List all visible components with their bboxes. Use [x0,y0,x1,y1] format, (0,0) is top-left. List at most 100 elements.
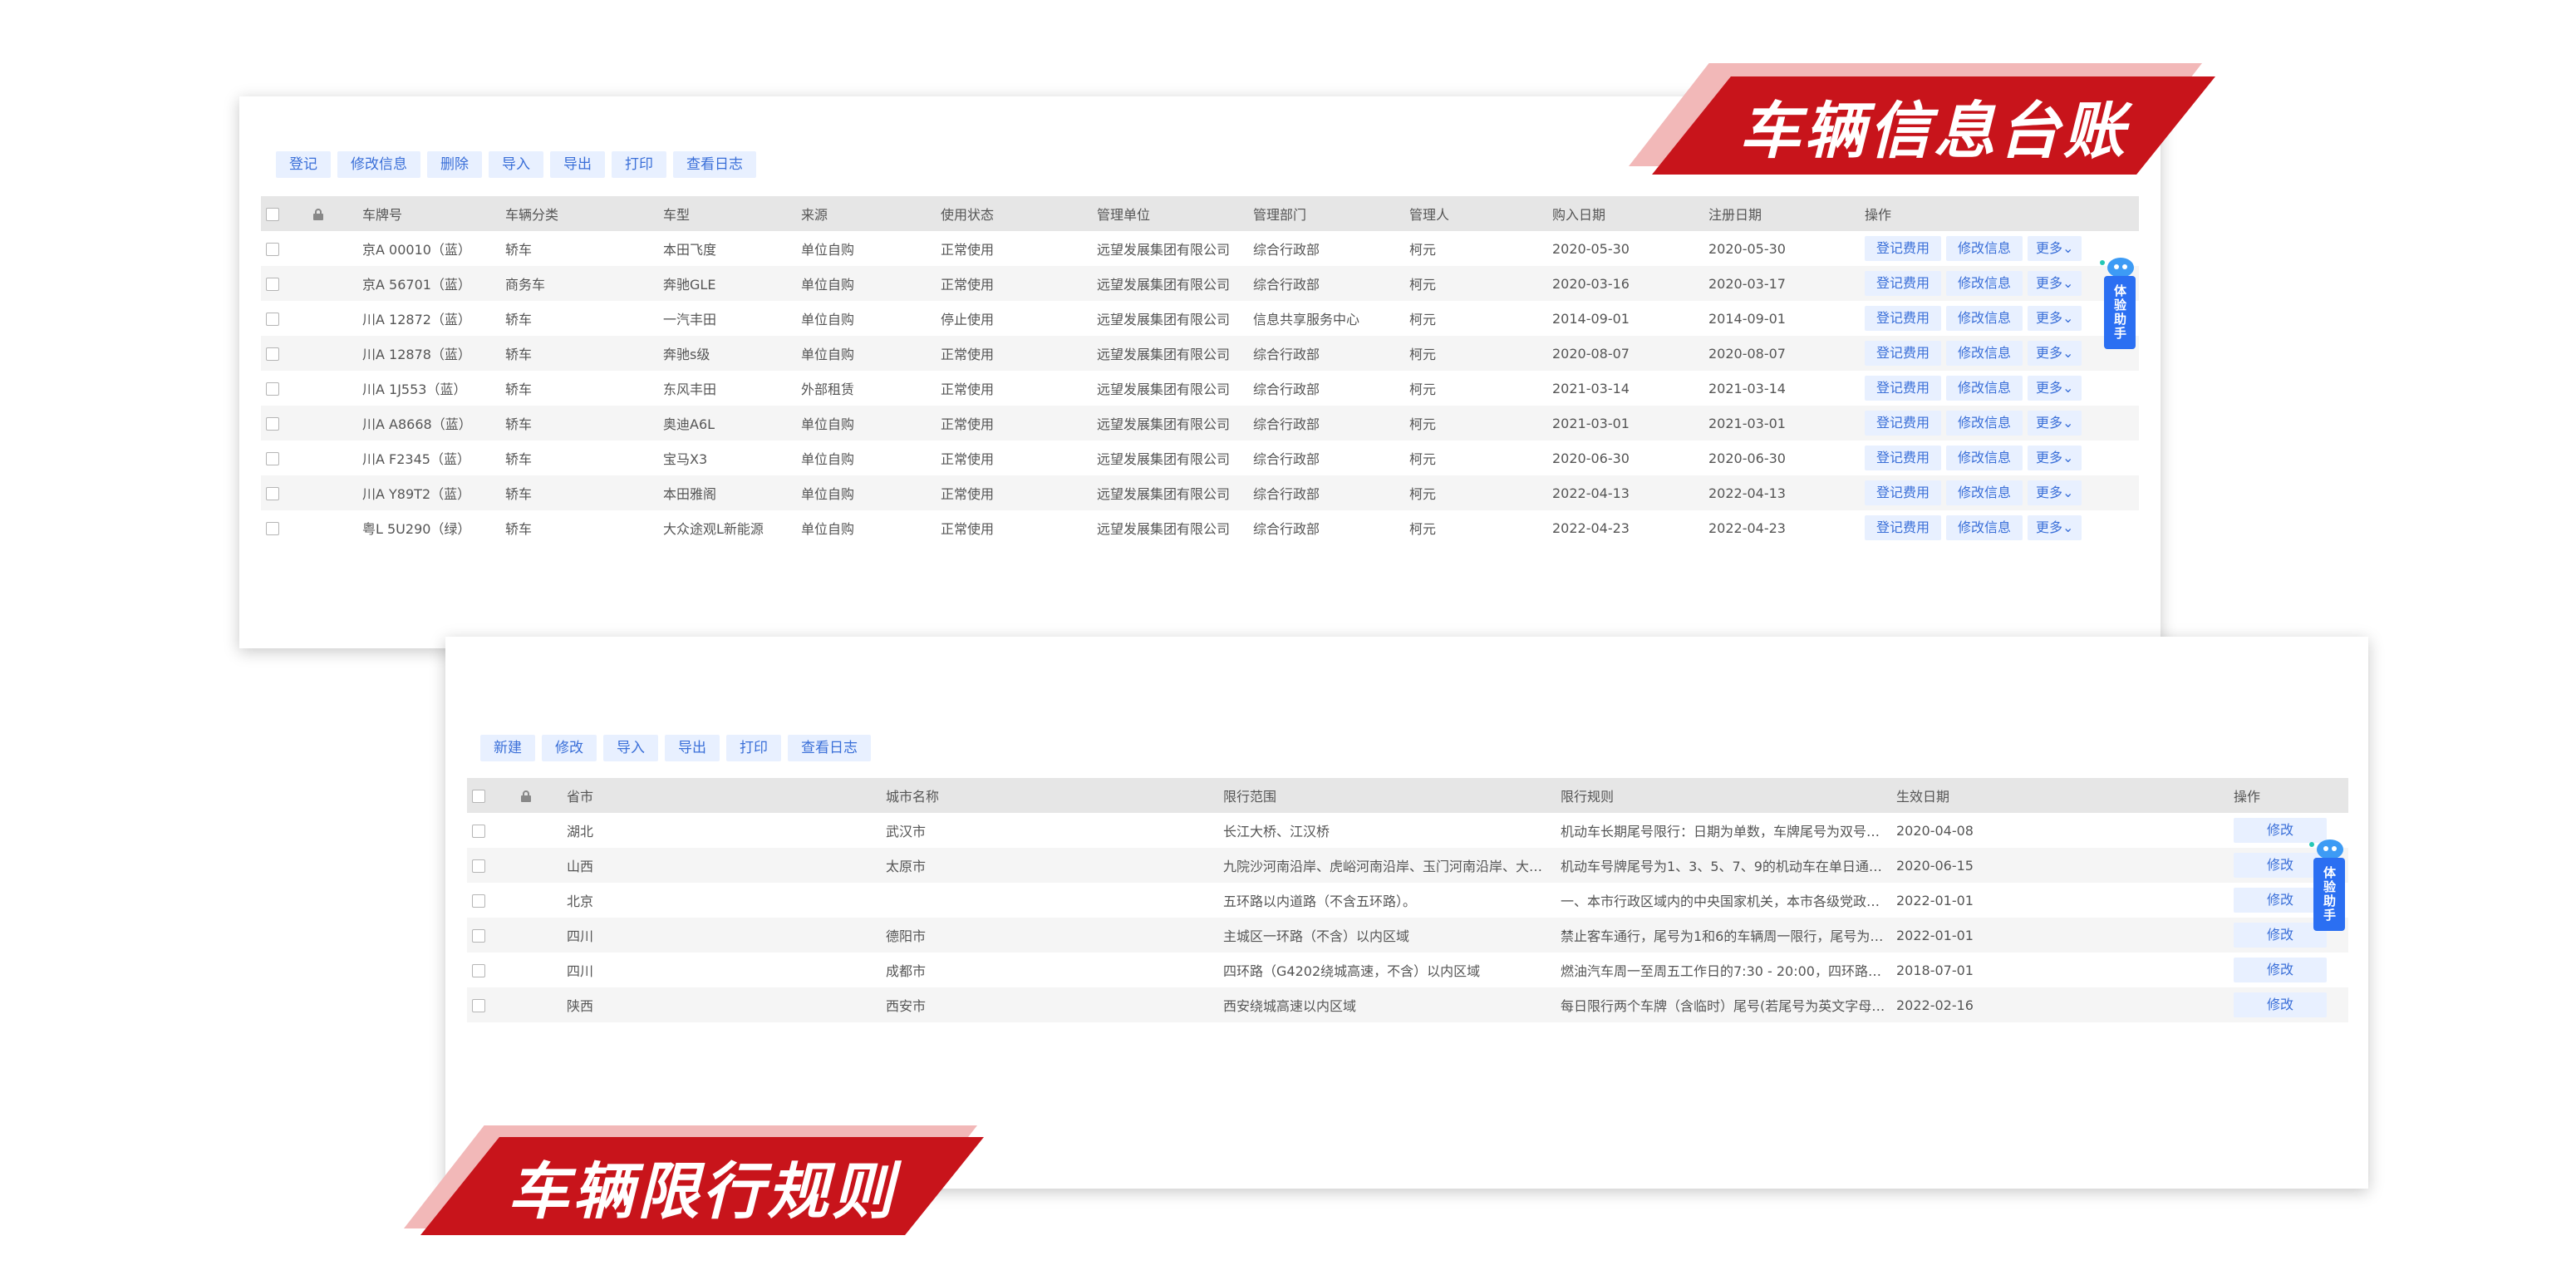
edit-info-button[interactable]: 修改信息 [337,151,420,178]
column-header[interactable]: 使用状态 [936,196,1092,231]
row-checkbox[interactable] [266,417,279,431]
column-header[interactable]: 生效日期 [1891,778,2229,813]
delete-button[interactable]: 删除 [427,151,482,178]
view-log-button[interactable]: 查看日志 [673,151,756,178]
edit-info-button[interactable]: 修改信息 [1946,236,2023,261]
import-button[interactable]: 导入 [489,151,543,178]
edit-info-button[interactable]: 修改信息 [1946,480,2023,505]
column-header[interactable]: 购入日期 [1547,196,1703,231]
table-cell: 柯元 [1404,406,1547,441]
more-button[interactable]: 更多⌄ [2028,446,2082,470]
register-cost-button[interactable]: 登记费用 [1865,271,1942,296]
register-cost-button[interactable]: 登记费用 [1865,376,1942,401]
column-header[interactable]: 限行范围 [1218,778,1556,813]
register-button[interactable]: 登记 [276,151,331,178]
row-checkbox[interactable] [266,243,279,256]
table-row[interactable]: 京A 00010（蓝） 轿车 本田飞度 单位自购 正常使用 远望发展集团有限公司 综合行政部… [261,231,2139,266]
register-cost-button[interactable]: 登记费用 [1865,341,1942,366]
row-select-cell [261,266,307,301]
export-button[interactable]: 导出 [550,151,605,178]
select-all-checkbox[interactable] [266,208,279,221]
column-header[interactable]: 省市 [562,778,881,813]
edit-info-button[interactable]: 修改信息 [1946,446,2023,470]
edit-rule-button[interactable]: 修改 [2234,958,2328,982]
column-header[interactable]: 车型 [658,196,796,231]
table-row[interactable]: 山西 太原市 九院沙河南沿岸、虎峪河南沿岸、玉门河南沿岸、大王街 机动车号牌尾号为1、… [467,848,2348,883]
table-row[interactable]: 川A F2345（蓝） 轿车 宝马X3 单位自购 正常使用 远望发展集团有限公司 综合行政部… [261,441,2139,475]
register-cost-button[interactable]: 登记费用 [1865,480,1942,505]
lock-cell [307,371,357,406]
more-button[interactable]: 更多⌄ [2028,271,2082,296]
table-row[interactable]: 川A 12878（蓝） 轿车 奔驰s级 单位自购 正常使用 远望发展集团有限公司 综合行政部… [261,336,2139,371]
register-cost-button[interactable]: 登记费用 [1865,411,1942,436]
row-checkbox[interactable] [472,894,485,908]
row-checkbox[interactable] [266,347,279,361]
row-checkbox[interactable] [472,929,485,943]
table-row[interactable]: 湖北 武汉市 长江大桥、江汉桥 机动车长期尾号限行：日期为单数，车牌尾号为双号限… 20… [467,813,2348,848]
column-header[interactable]: 限行规则 [1556,778,1891,813]
column-header[interactable]: 注册日期 [1703,196,1860,231]
select-all-checkbox[interactable] [472,790,485,803]
table-row[interactable]: 川A A8668（蓝） 轿车 奥迪A6L 单位自购 正常使用 远望发展集团有限公司 综合行政… [261,406,2139,441]
more-button[interactable]: 更多⌄ [2028,306,2082,331]
row-checkbox[interactable] [266,522,279,535]
row-checkbox[interactable] [472,825,485,838]
register-cost-button[interactable]: 登记费用 [1865,236,1942,261]
edit-info-button[interactable]: 修改信息 [1946,376,2023,401]
table-row[interactable]: 粤L 5U290（绿） 轿车 大众途观L新能源 单位自购 正常使用 远望发展集团有限公司 综… [261,510,2139,545]
edit-info-button[interactable]: 修改信息 [1946,411,2023,436]
row-checkbox[interactable] [266,313,279,326]
column-header[interactable]: 车牌号 [357,196,500,231]
row-checkbox[interactable] [266,382,279,396]
table-header: 车牌号 车辆分类 车型 来源 使用状态 管理单位 管理部门 管理人 购入日期 注… [261,196,2139,231]
view-log-button[interactable]: 查看日志 [788,735,871,761]
row-checkbox[interactable] [266,278,279,291]
more-button[interactable]: 更多⌄ [2028,411,2082,436]
table-row[interactable]: 陕西 西安市 西安绕城高速以内区域 每日限行两个车牌（含临时）尾号(若尾号为英文字母的… [467,987,2348,1022]
table-row[interactable]: 川A Y89T2（蓝） 轿车 本田雅阁 单位自购 正常使用 远望发展集团有限公司 综合行政部… [261,475,2139,510]
print-button[interactable]: 打印 [612,151,666,178]
register-cost-button[interactable]: 登记费用 [1865,515,1942,540]
more-button[interactable]: 更多⌄ [2028,376,2082,401]
export-button[interactable]: 导出 [665,735,720,761]
new-button[interactable]: 新建 [480,735,535,761]
table-row[interactable]: 川A 12872（蓝） 轿车 一汽丰田 单位自购 停止使用 远望发展集团有限公司 信息共享服… [261,301,2139,336]
edit-rule-button[interactable]: 修改 [2234,992,2328,1017]
more-button[interactable]: 更多⌄ [2028,515,2082,540]
import-button[interactable]: 导入 [603,735,658,761]
column-header[interactable]: 城市名称 [881,778,1218,813]
column-header[interactable]: 管理人 [1404,196,1547,231]
edit-info-button[interactable]: 修改信息 [1946,515,2023,540]
row-checkbox[interactable] [472,964,485,977]
table-row[interactable]: 北京 五环路以内道路（不含五环路）。 一、本市行政区域内的中央国家机关，本市各级党政… [467,883,2348,918]
table-row[interactable]: 川A 1J553（蓝） 轿车 东风丰田 外部租赁 正常使用 远望发展集团有限公司 综合行政部… [261,371,2139,406]
register-cost-button[interactable]: 登记费用 [1865,446,1942,470]
actions-cell: 登记费用 修改信息 更多⌄ [1860,406,2139,441]
row-checkbox[interactable] [472,999,485,1012]
actions-cell: 登记费用 修改信息 更多⌄ [1860,301,2139,336]
row-checkbox[interactable] [472,859,485,873]
table-cell: 停止使用 [941,312,995,327]
column-header[interactable]: 车辆分类 [500,196,658,231]
column-header[interactable]: 来源 [796,196,936,231]
table-row[interactable]: 四川 德阳市 主城区一环路（不含）以内区域 禁止客车通行，尾号为1和6的车辆周一限行，… [467,918,2348,953]
column-header[interactable]: 管理部门 [1248,196,1404,231]
row-checkbox[interactable] [266,452,279,465]
table-row[interactable]: 京A 56701（蓝） 商务车 奔驰GLE 单位自购 正常使用 远望发展集团有限公司 综合行… [261,266,2139,301]
more-button[interactable]: 更多⌄ [2028,480,2082,505]
edit-info-button[interactable]: 修改信息 [1946,271,2023,296]
print-button[interactable]: 打印 [726,735,781,761]
table-row[interactable]: 四川 成都市 四环路（G4202绕城高速，不含）以内区域 燃油汽车周一至周五工作日的7… [467,953,2348,987]
assistant-label[interactable]: 体验助手 [2104,276,2136,349]
row-checkbox[interactable] [266,487,279,500]
more-label: 更多 [2036,485,2063,500]
table-cell: 成都市 [886,963,927,979]
register-cost-button[interactable]: 登记费用 [1865,306,1942,331]
assistant-label[interactable]: 体验助手 [2313,858,2345,931]
edit-info-button[interactable]: 修改信息 [1946,341,2023,366]
column-header[interactable]: 管理单位 [1092,196,1248,231]
more-button[interactable]: 更多⌄ [2028,341,2082,366]
edit-button[interactable]: 修改 [542,735,597,761]
more-button[interactable]: 更多⌄ [2028,236,2082,261]
edit-info-button[interactable]: 修改信息 [1946,306,2023,331]
